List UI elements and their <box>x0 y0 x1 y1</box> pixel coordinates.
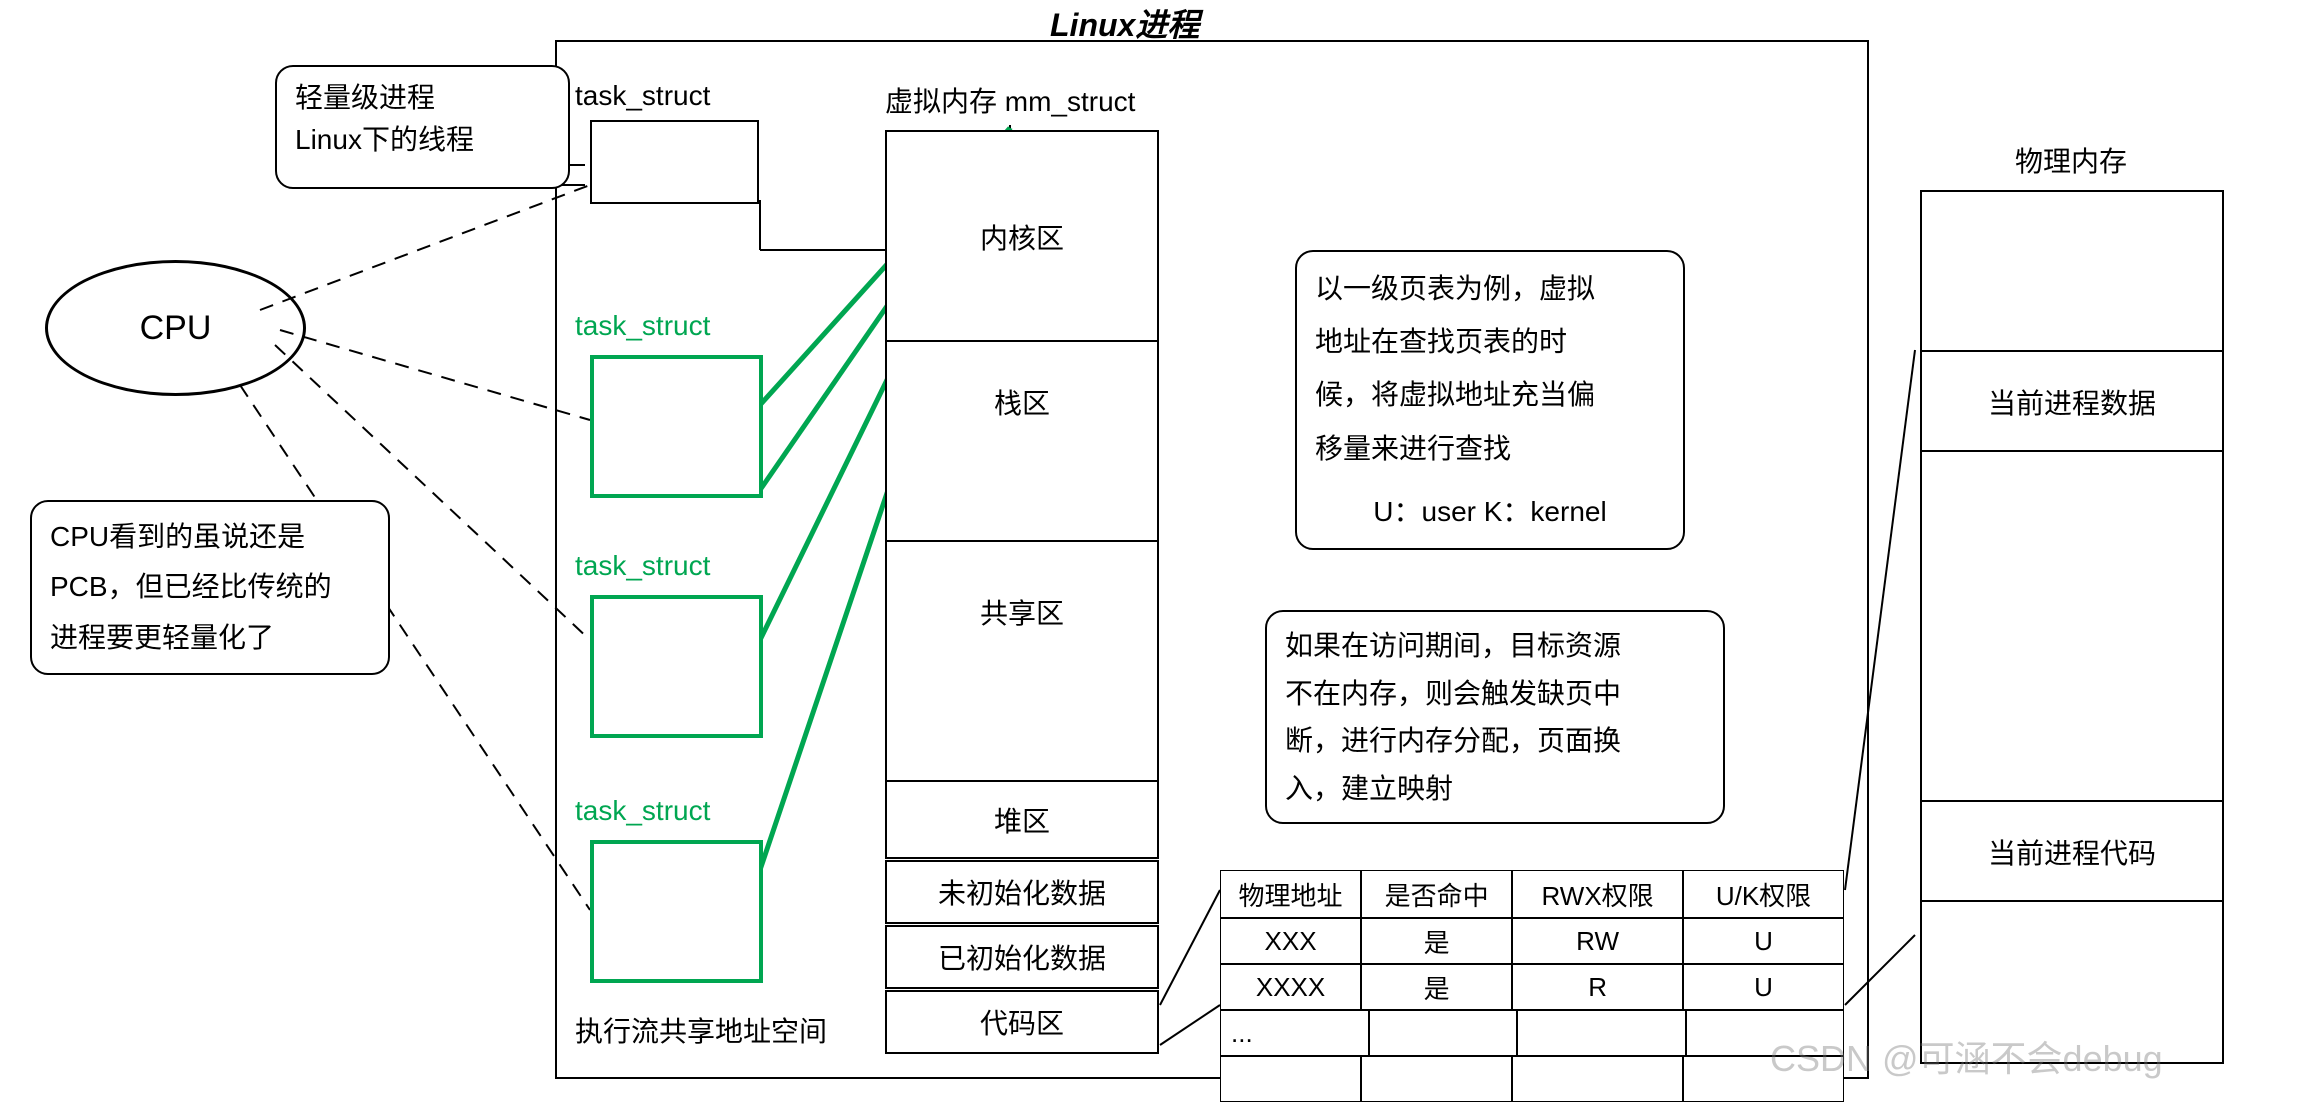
phys-mem-top <box>1920 190 2224 354</box>
note-pgtable: 以一级页表为例，虚拟 地址在查找页表的时 候，将虚拟地址充当偏 移量来进行查找 … <box>1295 250 1685 550</box>
vm-heap-label: 堆区 <box>994 800 1050 840</box>
cpu-node: CPU <box>45 260 306 396</box>
vm-stack: 栈区 <box>885 340 1159 464</box>
task-struct-black-box <box>590 120 759 204</box>
vm-heap: 堆区 <box>885 780 1159 859</box>
task-struct-green-label-3: task_struct <box>575 795 710 827</box>
pt-cell <box>1369 1010 1518 1056</box>
bubble-cpu-note: CPU看到的虽说还是 PCB，但已经比传统的 进程要更轻量化了 <box>30 500 390 675</box>
page-table: 物理地址 是否命中 RWX权限 U/K权限 XXX 是 RW U XXXX 是 … <box>1220 870 1844 1102</box>
pt-cell: RW <box>1512 918 1683 964</box>
vm-code-label: 代码区 <box>980 1002 1064 1042</box>
phys-mem-current-code: 当前进程代码 <box>1920 800 2224 904</box>
pt-header-rwx: RWX权限 <box>1512 870 1683 918</box>
vm-bss-label: 未初始化数据 <box>938 872 1106 912</box>
exec-flow-label: 执行流共享地址空间 <box>575 1010 827 1050</box>
phys-mem-current-code-label: 当前进程代码 <box>1988 832 2156 872</box>
bubble-cpu-note-line1: CPU看到的虽说还是 <box>50 512 370 562</box>
pt-cell: ... <box>1220 1010 1369 1056</box>
pt-cell: R <box>1512 964 1683 1010</box>
pt-cell: XXXX <box>1220 964 1361 1010</box>
pt-cell: 是 <box>1361 918 1512 964</box>
watermark: CSDN @可涵不会debug <box>1770 1030 2163 1082</box>
note-pagefault-line4: 入，建立映射 <box>1285 765 1705 813</box>
task-struct-green-box-1 <box>590 355 763 498</box>
vm-data-label: 已初始化数据 <box>938 937 1106 977</box>
note-pgtable-line2: 地址在查找页表的时 <box>1315 315 1665 368</box>
task-struct-green-label-2: task_struct <box>575 550 710 582</box>
pt-cell <box>1220 1056 1361 1102</box>
bubble-cpu-note-line2: PCB，但已经比传统的 <box>50 562 370 612</box>
task-struct-green-box-3 <box>590 840 763 983</box>
note-pagefault-line3: 断，进行内存分配，页面换 <box>1285 717 1705 765</box>
pt-header-hit: 是否命中 <box>1361 870 1512 918</box>
vm-shared: 共享区 <box>885 540 1159 684</box>
phys-mem-title: 物理内存 <box>2015 140 2127 180</box>
pt-cell <box>1512 1056 1683 1102</box>
pt-header-phys: 物理地址 <box>1220 870 1361 918</box>
task-struct-green-box-2 <box>590 595 763 738</box>
vm-stack-label: 栈区 <box>994 382 1050 422</box>
phys-mem-mid <box>1920 450 2224 804</box>
pt-cell: 是 <box>1361 964 1512 1010</box>
task-struct-green-label-1: task_struct <box>575 310 710 342</box>
phys-mem-current-data: 当前进程数据 <box>1920 350 2224 454</box>
pt-cell <box>1361 1056 1512 1102</box>
note-pgtable-line4: 移量来进行查找 <box>1315 422 1665 475</box>
mm-struct-label: 虚拟内存 mm_struct <box>885 80 1135 120</box>
note-pgtable-line3: 候，将虚拟地址充当偏 <box>1315 368 1665 421</box>
bubble-lwp: 轻量级进程 Linux下的线程 <box>275 65 570 189</box>
vm-kernel-label: 内核区 <box>980 217 1064 257</box>
note-pagefault-line2: 不在内存，则会触发缺页中 <box>1285 670 1705 718</box>
pt-header-uk: U/K权限 <box>1683 870 1844 918</box>
bubble-lwp-line2: Linux下的线程 <box>295 119 550 161</box>
pt-cell: U <box>1683 918 1844 964</box>
vm-shared-label: 共享区 <box>980 592 1064 632</box>
note-pgtable-line5: U：user K：kernel <box>1315 485 1665 538</box>
pt-cell: XXX <box>1220 918 1361 964</box>
vm-heap-arrow-area <box>885 680 1159 782</box>
note-pagefault: 如果在访问期间，目标资源 不在内存，则会触发缺页中 断，进行内存分配，页面换 入… <box>1265 610 1725 824</box>
pt-cell <box>1517 1010 1685 1056</box>
note-pgtable-line1: 以一级页表为例，虚拟 <box>1315 262 1665 315</box>
vm-kernel: 内核区 <box>885 130 1159 344</box>
vm-data: 已初始化数据 <box>885 925 1159 989</box>
bubble-cpu-note-line3: 进程要更轻量化了 <box>50 613 370 663</box>
task-struct-black-label: task_struct <box>575 80 710 112</box>
vm-bss: 未初始化数据 <box>885 860 1159 924</box>
note-pagefault-line1: 如果在访问期间，目标资源 <box>1285 622 1705 670</box>
vm-stack-arrow-area <box>885 460 1159 542</box>
pt-cell: U <box>1683 964 1844 1010</box>
cpu-label: CPU <box>140 309 212 348</box>
bubble-lwp-line1: 轻量级进程 <box>295 77 550 119</box>
phys-mem-current-data-label: 当前进程数据 <box>1988 382 2156 422</box>
vm-code: 代码区 <box>885 990 1159 1054</box>
